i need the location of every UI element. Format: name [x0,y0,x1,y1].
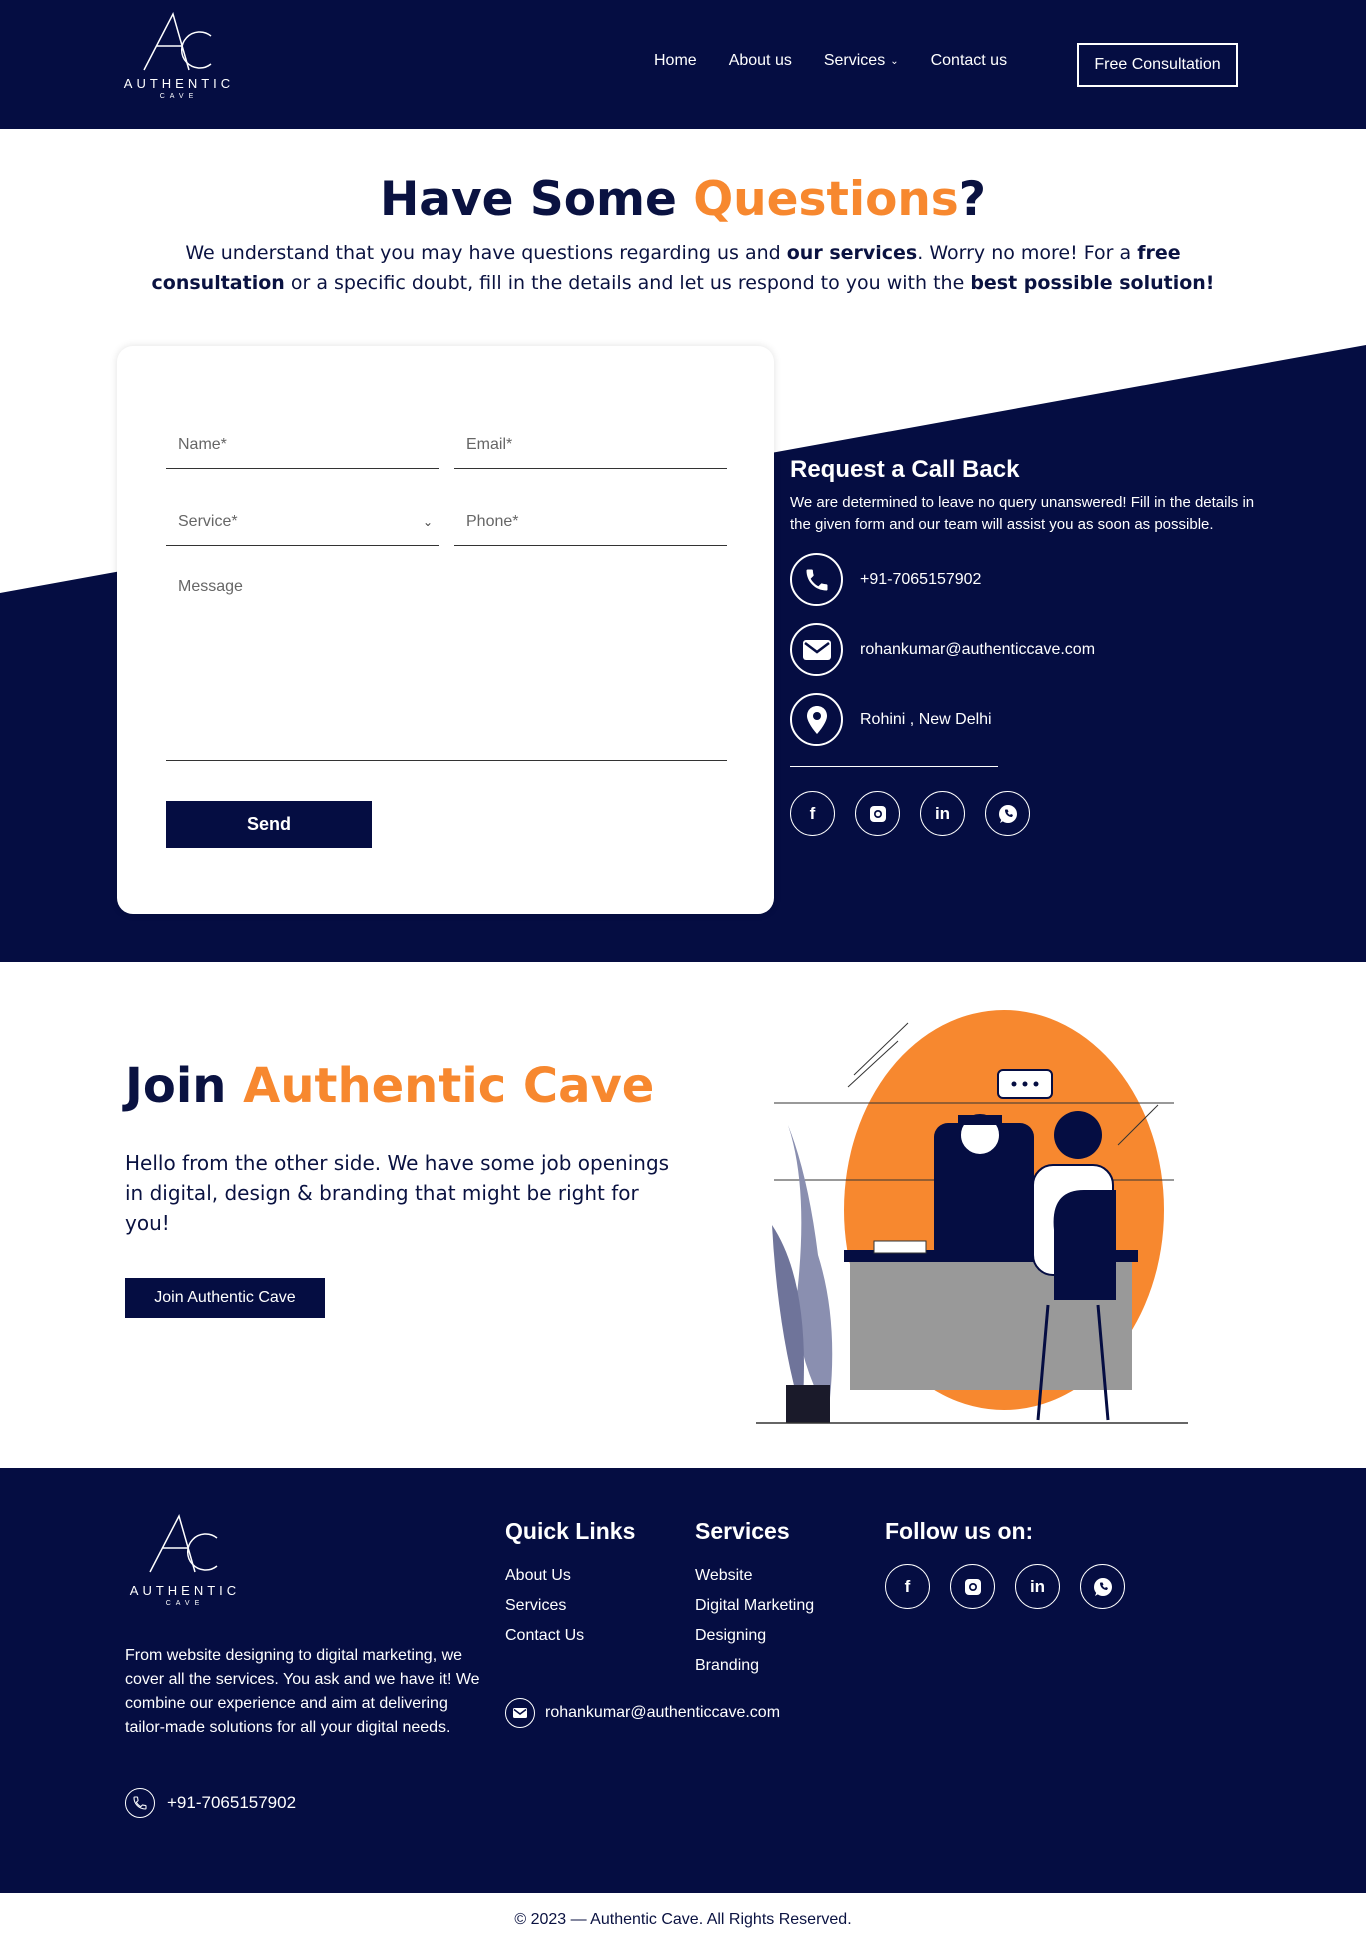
logo-mark-icon [143,12,212,71]
main-nav: Home About us Services ⌄ Contact us [654,52,1007,70]
logo-mark-icon [149,1513,218,1573]
linkedin-icon[interactable]: in [920,791,965,836]
footer-logo[interactable]: AUTHENTIC CAVE [125,1513,245,1607]
footer-social-links: f in [885,1564,1125,1609]
services-title: Services [695,1518,790,1544]
linkedin-icon[interactable]: in [1015,1564,1060,1609]
email-field[interactable]: Email* [454,421,727,469]
footer-logo-wordmark: AUTHENTIC [129,1583,241,1598]
whatsapp-icon[interactable] [985,791,1030,836]
intro-part-1: We understand that you may have question… [185,242,787,264]
footer-email[interactable]: rohankumar@authenticcave.com [505,1698,780,1728]
footer-service-website[interactable]: Website [695,1561,814,1591]
instagram-icon[interactable] [855,791,900,836]
whatsapp-icon[interactable] [1080,1564,1125,1609]
callback-location: Rohini , New Delhi [790,693,1260,746]
nav-services[interactable]: Services ⌄ [824,52,899,70]
footer-link-contact-us[interactable]: Contact Us [505,1621,635,1651]
free-consultation-button[interactable]: Free Consultation [1077,43,1238,87]
logo[interactable]: AUTHENTIC CAVE [119,12,239,120]
footer-link-services[interactable]: Services [505,1591,635,1621]
phone-field[interactable]: Phone* [454,498,727,546]
nav-about-us[interactable]: About us [729,52,792,70]
questions-intro: We understand that you may have question… [145,238,1221,298]
footer-service-designing[interactable]: Designing [695,1621,814,1651]
footer-phone-text: +91-7065157902 [167,1793,297,1812]
follow-title: Follow us on: [885,1518,1034,1544]
site-footer: AUTHENTIC CAVE From website designing to… [0,1468,1366,1893]
quick-links-title: Quick Links [505,1518,636,1544]
callback-social-links: f in [790,791,1260,836]
intro-bold-1: our services [786,242,918,264]
facebook-icon[interactable]: f [790,791,835,836]
callback-panel: Request a Call Back We are determined to… [790,456,1260,836]
logo-wordmark: AUTHENTIC [123,76,235,91]
nav-contact-us[interactable]: Contact us [931,52,1007,70]
callback-email[interactable]: rohankumar@authenticcave.com [790,623,1260,676]
footer-email-text: rohankumar@authenticcave.com [545,1704,781,1721]
callback-phone-text: +91-7065157902 [860,570,982,588]
location-pin-icon [790,693,843,746]
footer-link-about-us[interactable]: About Us [505,1561,635,1591]
site-header: AUTHENTIC CAVE Home About us Services ⌄ C… [0,0,1366,129]
phone-icon [790,553,843,606]
send-button[interactable]: Send [166,801,372,848]
chevron-down-icon: ⌄ [422,514,433,529]
footer-service-branding[interactable]: Branding [695,1651,814,1681]
footer-follow: Follow us on: [885,1518,1033,1561]
title-accent: Questions [693,172,959,227]
title-end: ? [958,172,987,227]
footer-phone[interactable]: +91-7065157902 [125,1788,296,1818]
page-title: Have Some Questions? [0,172,1366,227]
join-title-main: Join [125,1058,244,1114]
join-title: Join Authentic Cave [125,1058,654,1114]
copyright: © 2023 — Authentic Cave. All Rights Rese… [514,1911,852,1928]
callback-email-text: rohankumar@authenticcave.com [860,640,1096,658]
intro-part-3: or a specific doubt, fill in the details… [284,272,971,294]
callback-description: We are determined to leave no query unan… [790,494,1255,533]
contact-form: Name* Email* Service* ⌄ Phone* Message S… [117,346,774,914]
divider [790,766,998,767]
join-authentic-cave-button[interactable]: Join Authentic Cave [125,1278,325,1318]
callback-title: Request a Call Back [790,456,1020,483]
footer-quick-links: Quick Links About Us Services Contact Us [505,1518,635,1651]
join-title-accent: Authentic Cave [243,1058,655,1114]
footer-services: Services Website Digital Marketing Desig… [695,1518,814,1681]
chevron-down-icon: ⌄ [890,55,899,67]
callback-phone[interactable]: +91-7065157902 [790,553,1260,606]
join-description: Hello from the other side. We have some … [125,1151,670,1235]
intro-bold-3: best possible solution! [970,272,1215,294]
callback-location-text: Rohini , New Delhi [860,710,992,728]
footer-service-digital-marketing[interactable]: Digital Marketing [695,1591,814,1621]
message-field[interactable]: Message [166,576,727,761]
intro-part-2: . Worry no more! For a [917,242,1138,264]
instagram-icon[interactable] [950,1564,995,1609]
service-select-label: Service* [178,512,238,530]
facebook-icon[interactable]: f [885,1564,930,1609]
title-main: Have Some [379,172,694,227]
mail-icon [790,623,843,676]
footer-about: From website designing to digital market… [125,1647,480,1736]
service-select[interactable]: Service* ⌄ [166,498,439,546]
footer-logo-subtitle: CAVE [165,1600,205,1607]
nav-home[interactable]: Home [654,52,697,70]
mail-icon [505,1698,535,1728]
name-field[interactable]: Name* [166,421,439,469]
phone-icon [125,1788,155,1818]
interview-illustration [756,1010,1188,1424]
logo-subtitle: CAVE [159,93,199,100]
nav-services-label: Services [823,52,886,69]
